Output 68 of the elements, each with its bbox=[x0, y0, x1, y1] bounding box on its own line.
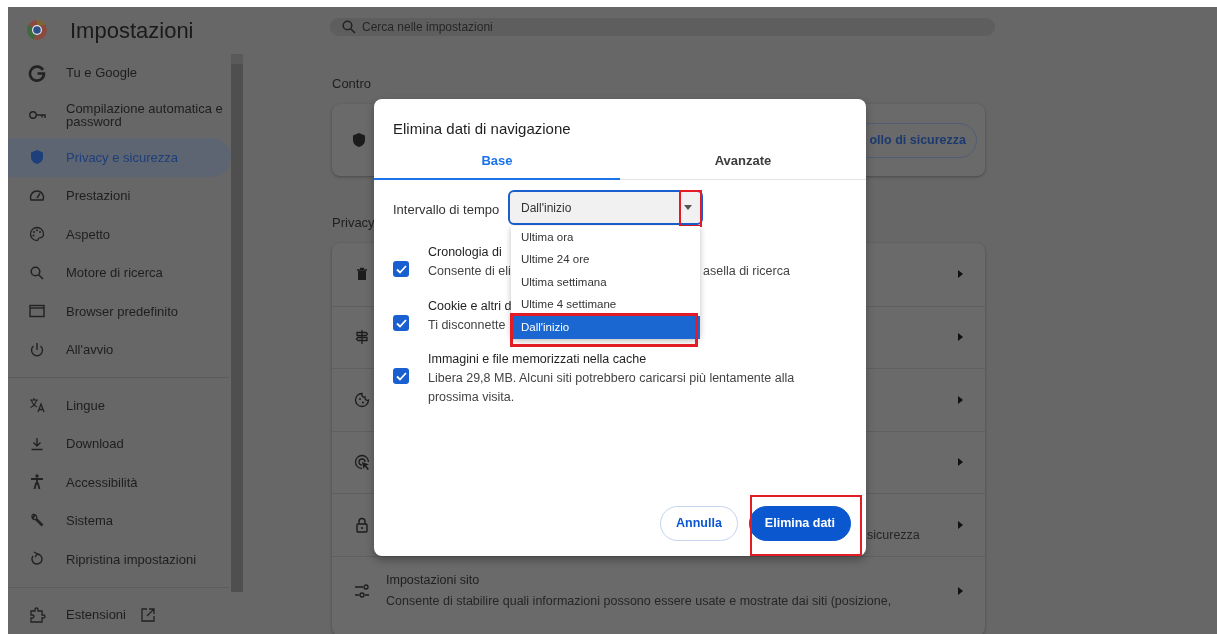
chevron-right-icon bbox=[958, 395, 963, 404]
sliders-icon bbox=[354, 582, 370, 599]
browser-logo-icon bbox=[26, 19, 48, 42]
dialog-title: Elimina dati di navigazione bbox=[393, 119, 571, 139]
time-range-select[interactable]: Dall'inizio bbox=[508, 190, 703, 225]
search-icon bbox=[342, 20, 356, 34]
option-title: Cronologia di bbox=[428, 244, 502, 260]
sidebar-item[interactable]: Motore di ricerca bbox=[8, 253, 231, 292]
lock-icon bbox=[354, 516, 370, 533]
sidebar-item[interactable]: Tu e Google bbox=[8, 53, 231, 92]
option-description: Libera 29,8 MB. Alcuni siti potrebbero caricarsi più lentamente alla prossima visita. bbox=[428, 370, 796, 406]
chevron-right-icon bbox=[958, 270, 963, 279]
caret-icon bbox=[684, 205, 692, 210]
dropdown-option[interactable]: Ultime 4 settimane bbox=[511, 293, 700, 316]
cancel-button[interactable]: Annulla bbox=[660, 506, 738, 541]
option-description: asella di ricerca bbox=[703, 263, 790, 280]
shield-icon bbox=[28, 148, 46, 167]
option-description: Consente di eli bbox=[428, 263, 512, 280]
sidebar-item[interactable]: Sistema bbox=[8, 501, 231, 540]
sidebar-item[interactable]: Aspetto bbox=[8, 215, 231, 254]
option-title: Cookie e altri d bbox=[428, 298, 512, 314]
dropdown-option[interactable]: Ultima settimana bbox=[511, 271, 700, 294]
chevron-right-icon bbox=[958, 333, 963, 342]
search-field[interactable]: Cerca nelle impostazioni bbox=[330, 18, 995, 36]
section-heading: Contro bbox=[332, 75, 373, 90]
option-description: Ti disconnette bbox=[428, 317, 507, 334]
shield-icon bbox=[352, 132, 366, 148]
section-heading: Privacy bbox=[332, 214, 376, 229]
dropdown-option[interactable]: Ultime 24 ore bbox=[511, 248, 700, 271]
target-cursor-icon bbox=[354, 454, 370, 471]
person-icon bbox=[28, 473, 46, 492]
google-icon bbox=[28, 63, 46, 82]
sidebar-item[interactable]: Compilazione automatica e password bbox=[8, 92, 231, 138]
sidebar-item[interactable]: Prestazioni bbox=[8, 176, 231, 215]
dropdown-option[interactable]: Ultima ora bbox=[511, 226, 700, 249]
sidebar-item[interactable]: Lingue bbox=[8, 386, 231, 425]
translate-icon bbox=[28, 396, 46, 415]
sidebar-item[interactable]: All'avvio bbox=[8, 330, 231, 369]
page-title: Impostazioni bbox=[70, 16, 194, 45]
option-title: Immagini e file memorizzati nella cache bbox=[428, 351, 647, 367]
power-icon bbox=[28, 340, 46, 359]
dropdown-option[interactable]: Dall'inizio bbox=[511, 316, 700, 339]
chevron-right-icon bbox=[958, 520, 963, 529]
row-description: sicurezza bbox=[867, 527, 920, 545]
sidebar-item[interactable]: Estensioni bbox=[8, 595, 231, 634]
tab[interactable]: Base bbox=[374, 143, 620, 180]
checkbox[interactable] bbox=[393, 261, 409, 277]
palette-icon bbox=[28, 225, 46, 244]
cookie-icon bbox=[354, 391, 370, 408]
row-description: Consente di stabilire quali informazioni possono essere usate e mostrate dai siti (posizione, bbox=[386, 593, 892, 611]
search-icon bbox=[28, 263, 46, 282]
checkbox[interactable] bbox=[393, 315, 409, 331]
puzzle-icon bbox=[28, 605, 46, 624]
field-label: Intervallo di tempo bbox=[393, 201, 500, 219]
chevron-right-icon bbox=[958, 458, 963, 467]
sidebar-item[interactable]: Ripristina impostazioni bbox=[8, 540, 231, 579]
row-title: Impostazioni sito bbox=[386, 571, 480, 589]
scrollbar[interactable] bbox=[231, 53, 243, 592]
signpost-icon bbox=[354, 329, 370, 346]
sidebar-item[interactable]: Accessibilità bbox=[8, 463, 231, 502]
sidebar-item[interactable]: Browser predefinito bbox=[8, 292, 231, 331]
chevron-right-icon bbox=[958, 586, 963, 595]
sidebar-item[interactable]: Download bbox=[8, 424, 231, 463]
select-value: Dall'inizio bbox=[521, 199, 573, 217]
checkbox[interactable] bbox=[393, 368, 409, 384]
trash-icon bbox=[354, 266, 370, 283]
sidebar-item[interactable]: Privacy e sicurezza bbox=[8, 138, 231, 177]
search-placeholder: Cerca nelle impostazioni bbox=[362, 19, 493, 36]
